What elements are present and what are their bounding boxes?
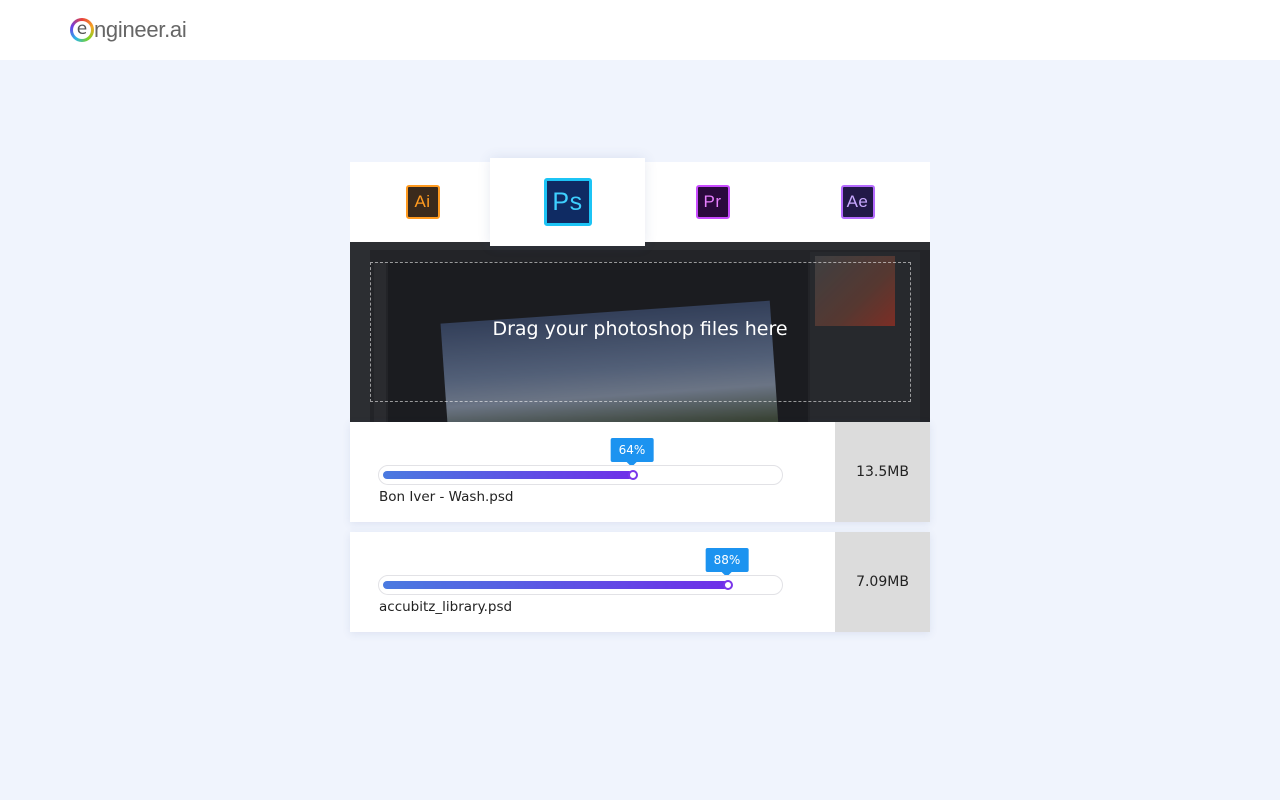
- progress-tooltip: 64%: [610, 438, 654, 467]
- file-name: Bon Iver - Wash.psd: [379, 489, 514, 505]
- tab-photoshop[interactable]: Ps: [490, 158, 645, 246]
- file-dropzone[interactable]: Drag your photoshop files here: [350, 242, 930, 422]
- dropzone-text: Drag your photoshop files here: [492, 318, 788, 340]
- file-upload-row: 64% Bon Iver - Wash.psd 13.5MB: [350, 422, 930, 522]
- app-tabs: Ai Ps Pr Ae: [350, 158, 930, 246]
- premiere-icon: Pr: [695, 185, 730, 219]
- logo-letter: e: [76, 19, 88, 39]
- logo-text: ngineer.ai: [94, 17, 187, 42]
- progress-knob: [628, 470, 638, 480]
- progress-track: [378, 575, 783, 595]
- illustrator-icon: Ai: [405, 185, 440, 219]
- logo[interactable]: e ngineer.ai: [70, 14, 187, 46]
- progress-knob: [723, 580, 733, 590]
- tab-premiere[interactable]: Pr: [640, 162, 785, 242]
- file-name: accubitz_library.psd: [379, 599, 513, 615]
- tab-after-effects[interactable]: Ae: [785, 162, 930, 242]
- progress-fill: [383, 581, 728, 589]
- file-upload-row: 88% accubitz_library.psd 7.09MB: [350, 532, 930, 632]
- photoshop-icon: Ps: [543, 178, 592, 226]
- file-size: 7.09MB: [835, 532, 930, 632]
- progress-fill: [383, 471, 633, 479]
- header: e ngineer.ai: [0, 0, 1280, 60]
- logo-ring-icon: e: [70, 18, 94, 42]
- tab-illustrator[interactable]: Ai: [350, 162, 495, 242]
- progress-track: [378, 465, 783, 485]
- after-effects-icon: Ae: [840, 185, 875, 219]
- file-size: 13.5MB: [835, 422, 930, 522]
- progress-tooltip: 88%: [705, 548, 749, 577]
